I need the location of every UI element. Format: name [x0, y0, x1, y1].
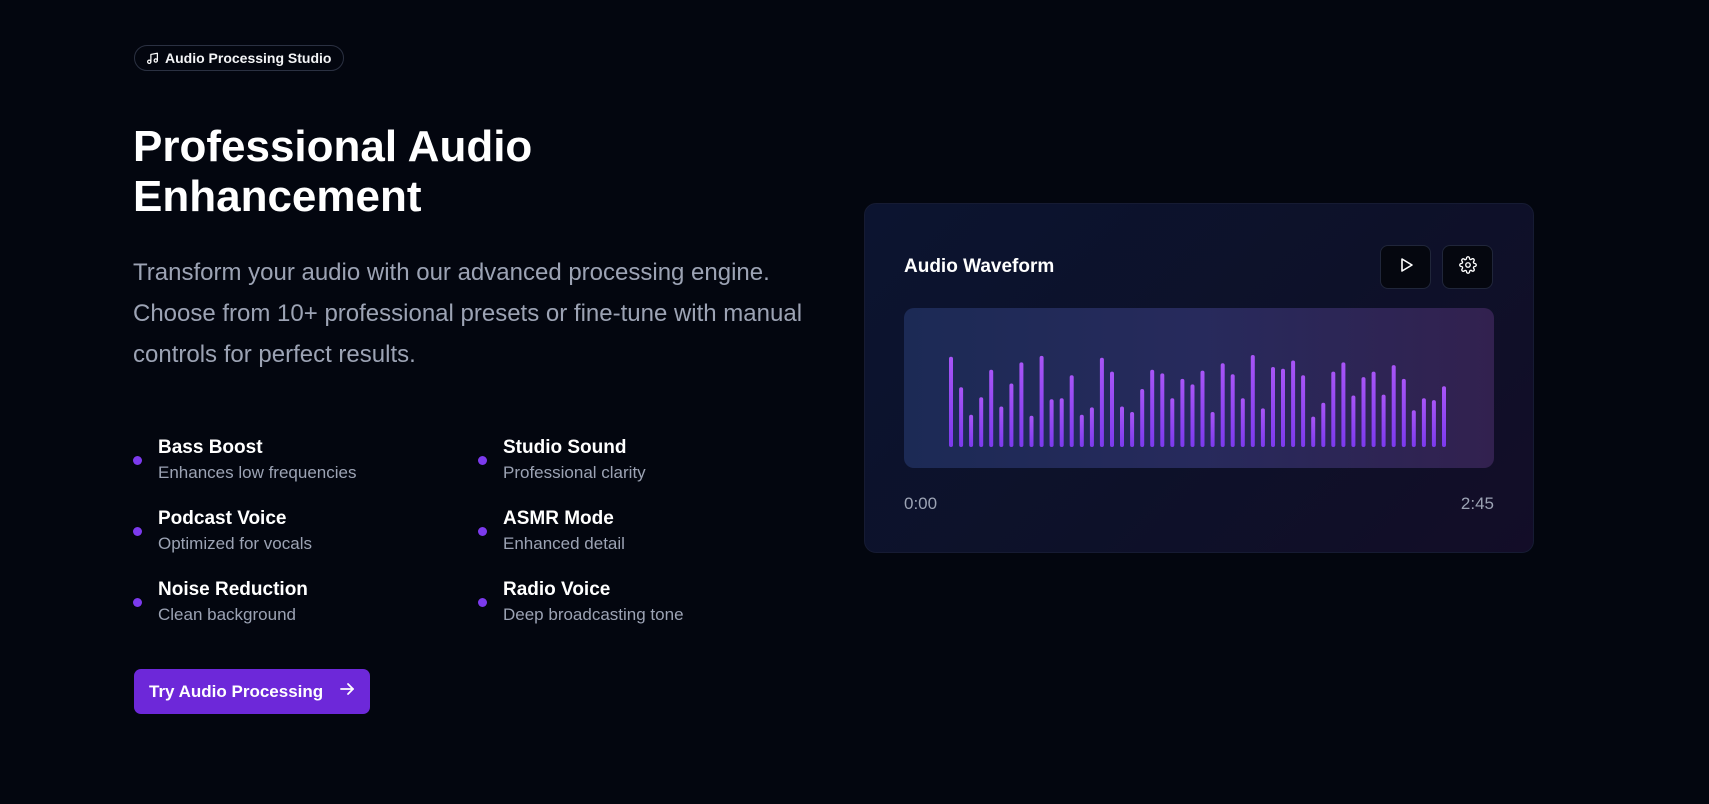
waveform-bar	[1381, 394, 1386, 447]
feature-title: Noise Reduction	[158, 579, 308, 600]
waveform-bar	[1431, 400, 1436, 447]
waveform-bar	[1200, 370, 1205, 447]
waveform-bar	[969, 414, 974, 447]
bullet-dot	[478, 456, 487, 465]
waveform-bar	[1260, 408, 1265, 447]
waveform-bar	[1039, 355, 1044, 447]
feature-title: ASMR Mode	[503, 508, 614, 529]
feature-item-noise-reduction: Noise Reduction Clean background	[133, 578, 478, 627]
waveform-title: Audio Waveform	[904, 256, 1055, 277]
waveform-bar	[1210, 412, 1215, 447]
bullet-dot	[478, 598, 487, 607]
waveform-bar	[959, 387, 964, 447]
audio-player-card: Audio Waveform 0:00 2:45	[864, 203, 1534, 553]
bullet-dot	[133, 598, 142, 607]
waveform-bar	[999, 406, 1004, 447]
waveform-svg	[949, 355, 1446, 447]
hero-description: Transform your audio with our advanced p…	[133, 259, 803, 368]
waveform-bar	[1442, 386, 1446, 447]
waveform-bar	[1009, 383, 1014, 447]
page-title: Professional Audio Enhancement	[133, 122, 773, 222]
feature-subtitle: Enhances low frequencies	[158, 463, 357, 482]
feature-subtitle: Enhanced detail	[503, 534, 625, 553]
waveform-bar	[1291, 360, 1296, 447]
waveform-bar	[1401, 378, 1406, 447]
waveform-bar	[1321, 402, 1326, 447]
studio-badge: Audio Processing Studio	[134, 45, 345, 71]
waveform-bar	[1341, 362, 1346, 447]
feature-title: Podcast Voice	[158, 508, 287, 529]
waveform-bar	[1019, 362, 1024, 447]
feature-subtitle: Professional clarity	[503, 463, 646, 482]
waveform-bar	[1069, 375, 1074, 447]
waveform-bar	[1411, 410, 1416, 447]
music-note-icon	[146, 52, 159, 65]
waveform-bar	[1120, 406, 1124, 447]
time-end: 2:45	[1460, 494, 1494, 513]
feature-subtitle: Optimized for vocals	[158, 534, 312, 553]
feature-item-podcast-voice: Podcast Voice Optimized for vocals	[133, 507, 478, 556]
waveform-bar	[1271, 367, 1275, 447]
waveform-bar	[1110, 371, 1114, 447]
badge-label: Audio Processing Studio	[165, 50, 332, 66]
play-icon	[1397, 256, 1415, 279]
waveform-bar	[1049, 399, 1054, 447]
waveform-bar	[1391, 365, 1396, 447]
waveform-bar	[1190, 384, 1195, 447]
waveform-bar	[1160, 373, 1165, 447]
feature-title: Bass Boost	[158, 437, 263, 458]
waveform-bar	[1281, 368, 1285, 447]
waveform-bar	[1331, 371, 1336, 447]
bullet-dot	[133, 456, 142, 465]
waveform-bar	[1311, 416, 1316, 447]
waveform-bar	[1351, 395, 1356, 447]
waveform-bar	[989, 369, 994, 447]
waveform-bar	[979, 397, 984, 447]
waveform-bar	[1220, 363, 1225, 447]
try-audio-processing-button[interactable]: Try Audio Processing	[134, 669, 370, 714]
waveform-bar	[1140, 389, 1145, 447]
feature-item-asmr-mode: ASMR Mode Enhanced detail	[478, 507, 823, 556]
waveform-bar	[1130, 412, 1135, 447]
waveform-bar	[1421, 398, 1426, 447]
waveform-bar	[1089, 407, 1094, 447]
waveform-bar	[1240, 398, 1245, 447]
waveform-bar	[1079, 414, 1084, 447]
bullet-dot	[478, 527, 487, 536]
feature-title: Studio Sound	[503, 437, 627, 458]
feature-list: Bass Boost Enhances low frequencies Stud…	[133, 436, 833, 627]
waveform-bar	[1029, 415, 1034, 447]
feature-title: Radio Voice	[503, 579, 611, 600]
waveform-bar	[1099, 357, 1104, 447]
title-line-1: Professional Audio	[133, 122, 533, 171]
cta-label: Try Audio Processing	[149, 681, 324, 701]
waveform-bar	[949, 356, 953, 447]
feature-subtitle: Deep broadcasting tone	[503, 605, 684, 624]
waveform-bar	[1180, 378, 1185, 447]
feature-item-studio-sound: Studio Sound Professional clarity	[478, 436, 823, 485]
waveform-bar	[1371, 371, 1376, 447]
waveform-bar	[1230, 374, 1235, 447]
waveform-display[interactable]	[904, 308, 1494, 468]
waveform-bar	[1250, 355, 1255, 447]
play-button[interactable]	[1380, 245, 1431, 289]
waveform-bar	[1150, 369, 1155, 447]
arrow-right-icon	[338, 680, 356, 703]
feature-subtitle: Clean background	[158, 605, 296, 624]
waveform-bar	[1361, 377, 1366, 447]
waveform-bar	[1059, 398, 1064, 447]
time-start: 0:00	[904, 494, 938, 513]
settings-button[interactable]	[1442, 245, 1493, 289]
title-line-2: Enhancement	[133, 172, 422, 221]
bullet-dot	[133, 527, 142, 536]
waveform-bar	[1301, 375, 1306, 447]
gear-icon	[1458, 255, 1477, 279]
feature-item-radio-voice: Radio Voice Deep broadcasting tone	[478, 578, 823, 627]
waveform-bar	[1170, 398, 1175, 447]
feature-item-bass-boost: Bass Boost Enhances low frequencies	[133, 436, 478, 485]
